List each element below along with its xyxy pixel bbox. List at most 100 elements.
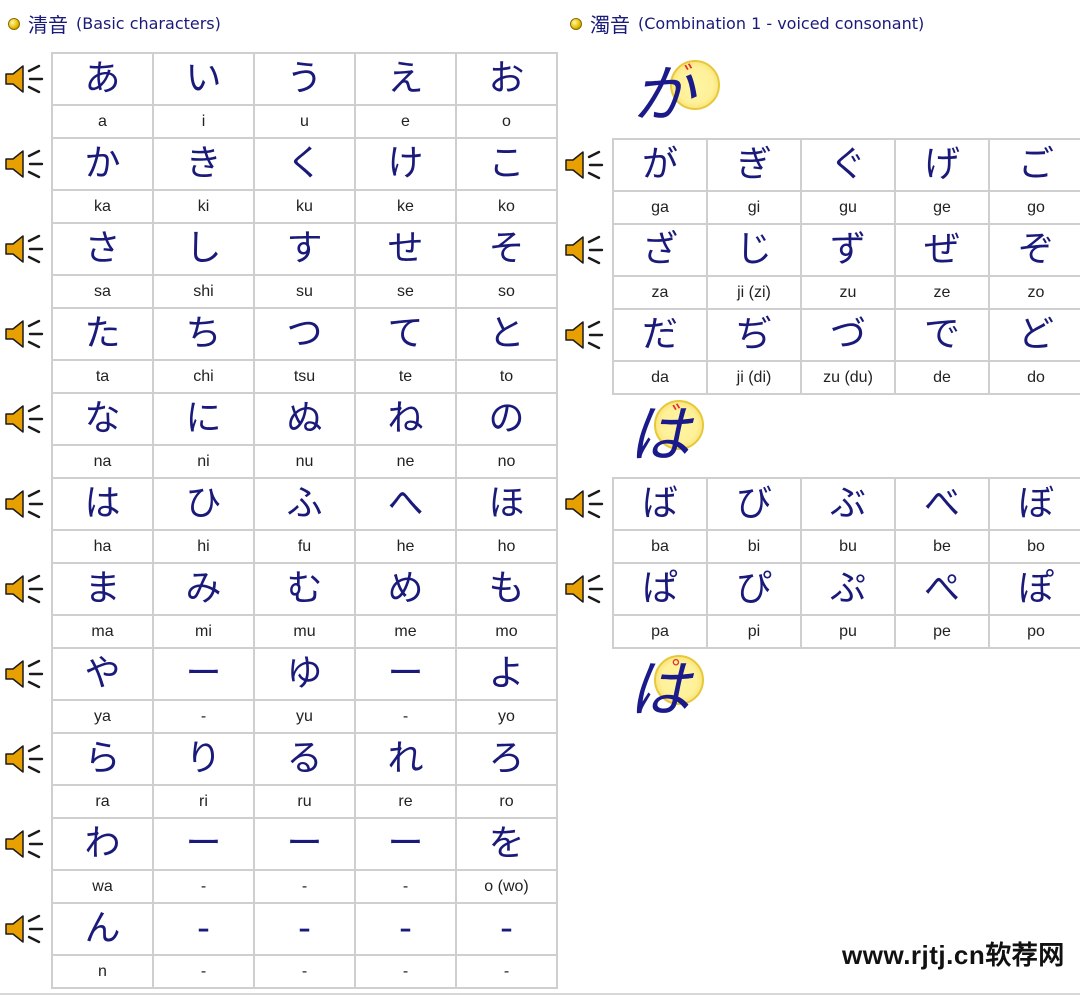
romaji-cell: -: [455, 954, 558, 989]
romaji-cell: hi: [152, 529, 255, 564]
kana-cell: そ: [455, 222, 558, 276]
romaji-cell: ge: [894, 190, 990, 225]
voiced-table-g-z-d: がぎぐげご ga gi gu ge go ざじずぜぞ za ji (zi) zu ze zo だぢづでど…: [612, 138, 1080, 395]
speaker-icon[interactable]: [3, 402, 47, 436]
kana-cell: ー: [253, 817, 356, 871]
romaji-cell: ra: [51, 784, 154, 819]
speaker-icon[interactable]: [563, 148, 607, 182]
voiced-romaji-row: ga gi gu ge go: [612, 190, 1080, 225]
kana-cell: -: [253, 902, 356, 956]
kana-cell: ー: [152, 817, 255, 871]
romaji-cell: ga: [612, 190, 708, 225]
kana-cell: -: [455, 902, 558, 956]
speaker-icon[interactable]: [3, 317, 47, 351]
speaker-icon[interactable]: [3, 912, 47, 946]
basic-characters-table: あいうえお a i u e o かきくけこ ka ki ku ke ko さしすせそ sa shi su se s…: [51, 52, 558, 989]
romaji-cell: gi: [706, 190, 802, 225]
kana-cell: ふ: [253, 477, 356, 531]
romaji-cell: pu: [800, 614, 896, 649]
kana-cell: く: [253, 137, 356, 191]
basic-kana-row: はひふへほ: [51, 477, 558, 531]
bullet-icon: [8, 17, 20, 30]
kana-cell: す: [253, 222, 356, 276]
header-note: (Basic characters): [76, 14, 221, 33]
speaker-icon[interactable]: [563, 233, 607, 267]
kana-cell: ほ: [455, 477, 558, 531]
romaji-cell: chi: [152, 359, 255, 394]
basic-romaji-row: ya - yu - yo: [51, 699, 558, 734]
basic-kana-row: ん----: [51, 902, 558, 956]
kana-cell: で: [894, 308, 990, 362]
basic-kana-row: わーーーを: [51, 817, 558, 871]
romaji-cell: ka: [51, 189, 154, 224]
kana-cell: え: [354, 52, 457, 106]
speaker-icon[interactable]: [3, 657, 47, 691]
romaji-cell: ta: [51, 359, 154, 394]
romaji-cell: go: [988, 190, 1080, 225]
romaji-cell: bu: [800, 529, 896, 564]
speaker-icon[interactable]: [563, 318, 607, 352]
kana-cell: め: [354, 562, 457, 616]
kana-cell: さ: [51, 222, 154, 276]
kana-cell: み: [152, 562, 255, 616]
kana-cell: つ: [253, 307, 356, 361]
speaker-icon[interactable]: [3, 147, 47, 181]
romaji-cell: ze: [894, 275, 990, 310]
romaji-cell: sa: [51, 274, 154, 309]
romaji-cell: be: [894, 529, 990, 564]
romaji-cell: -: [354, 954, 457, 989]
speaker-icon[interactable]: [3, 742, 47, 776]
speaker-icon[interactable]: [3, 62, 47, 96]
romaji-cell: he: [354, 529, 457, 564]
romaji-cell: yu: [253, 699, 356, 734]
divider: [0, 993, 1080, 995]
speaker-icon[interactable]: [3, 827, 47, 861]
deco-mark: ゛: [672, 401, 701, 434]
basic-kana-row: なにぬねの: [51, 392, 558, 446]
basic-romaji-row: n----: [51, 954, 558, 989]
romaji-cell: i: [152, 104, 255, 139]
kana-cell: ぼ: [988, 477, 1080, 531]
basic-romaji-row: sa shi su se so: [51, 274, 558, 309]
romaji-cell: ro: [455, 784, 558, 819]
kana-cell: を: [455, 817, 558, 871]
kana-cell: じ: [706, 223, 802, 277]
romaji-cell: me: [354, 614, 457, 649]
voiced-romaji-row: pa pi pu pe po: [612, 614, 1080, 649]
deco-mark: ゛: [684, 61, 713, 94]
voiced-romaji-row: da ji (di) zu (du) de do: [612, 360, 1080, 395]
romaji-cell: -: [152, 954, 255, 989]
kana-cell: げ: [894, 138, 990, 192]
romaji-cell: pe: [894, 614, 990, 649]
deco-ba: は ゛: [626, 400, 716, 490]
romaji-cell: mu: [253, 614, 356, 649]
romaji-cell: no: [455, 444, 558, 479]
voiced-romaji-row: ba bi bu be bo: [612, 529, 1080, 564]
romaji-cell: da: [612, 360, 708, 395]
kana-cell: ぢ: [706, 308, 802, 362]
romaji-cell: fu: [253, 529, 356, 564]
romaji-cell: mi: [152, 614, 255, 649]
bullet-icon: [570, 17, 582, 30]
speaker-icon[interactable]: [3, 232, 47, 266]
kana-cell: こ: [455, 137, 558, 191]
basic-romaji-row: ra ri ru re ro: [51, 784, 558, 819]
romaji-cell: gu: [800, 190, 896, 225]
speaker-icon[interactable]: [563, 572, 607, 606]
kana-cell: ぽ: [988, 562, 1080, 616]
speaker-icon[interactable]: [3, 487, 47, 521]
kana-cell: よ: [455, 647, 558, 701]
header-kana: 濁音: [590, 13, 630, 37]
basic-kana-row: たちつてと: [51, 307, 558, 361]
romaji-cell: zu: [800, 275, 896, 310]
basic-romaji-row: na ni nu ne no: [51, 444, 558, 479]
kana-cell: -: [354, 902, 457, 956]
kana-cell: あ: [51, 52, 154, 106]
speaker-icon[interactable]: [3, 572, 47, 606]
basic-kana-row: まみむめも: [51, 562, 558, 616]
speaker-icon[interactable]: [563, 487, 607, 521]
kana-cell: も: [455, 562, 558, 616]
romaji-cell: ba: [612, 529, 708, 564]
romaji-cell: to: [455, 359, 558, 394]
romaji-cell: nu: [253, 444, 356, 479]
